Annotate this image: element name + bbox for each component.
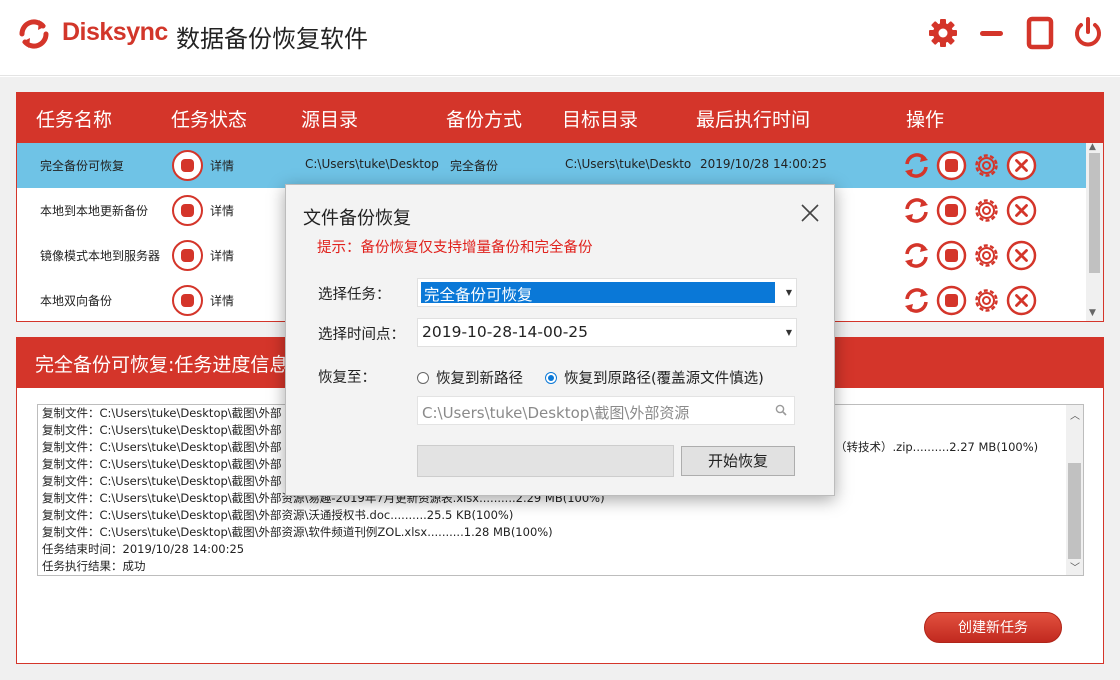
- restore-to-label: 恢复至：: [318, 370, 376, 386]
- log-line: 任务结束时间：2019/10/28 14:00:25: [42, 542, 245, 556]
- time-select[interactable]: 2019-10-28-14-00-25 ▼: [417, 318, 797, 347]
- radio-checked-icon[interactable]: [545, 372, 557, 384]
- settings-icon[interactable]: [971, 240, 1002, 271]
- task-row[interactable]: 完全备份可恢复 详情 C:\Users\tuke\Desktop 完全备份 C:…: [17, 143, 1087, 188]
- task-last-run: 2019/10/28 14:00:25: [700, 157, 827, 171]
- log-line: 复制文件：C:\Users\tuke\Desktop\截图\外部: [42, 406, 282, 420]
- chevron-down-icon[interactable]: ▼: [786, 288, 792, 297]
- task-name: 本地到本地更新备份: [40, 204, 149, 218]
- create-task-button[interactable]: 创建新任务: [924, 612, 1062, 643]
- stop-icon[interactable]: [936, 240, 967, 271]
- restore-dialog: 文件备份恢复 提示：备份恢复仅支持增量备份和完全备份 选择任务： 完全备份可恢复…: [285, 184, 835, 496]
- task-name: 本地双向备份: [40, 294, 113, 308]
- column-header-last-run: 最后执行时间: [696, 109, 811, 131]
- task-name: 镜像模式本地到服务器: [40, 249, 161, 263]
- radio-new-path-label: 恢复到新路径: [436, 371, 523, 387]
- settings-icon[interactable]: [971, 285, 1002, 316]
- radio-original-path[interactable]: 恢复到原路径(覆盖源文件慎选): [545, 367, 764, 388]
- minimize-icon[interactable]: [975, 16, 1009, 50]
- restore-path-input[interactable]: C:\Users\tuke\Desktop\截图\外部资源: [417, 396, 795, 425]
- stop-status-icon[interactable]: [172, 195, 203, 226]
- sync-logo-icon: [19, 19, 49, 49]
- close-icon[interactable]: [799, 202, 821, 224]
- refresh-icon[interactable]: [901, 150, 932, 181]
- refresh-icon[interactable]: [901, 195, 932, 226]
- column-header-name: 任务名称: [36, 109, 113, 131]
- search-icon[interactable]: [774, 403, 788, 417]
- detail-link[interactable]: 详情: [210, 247, 234, 264]
- brand-name: Disksync: [62, 18, 168, 46]
- restore-progress-bar: [417, 445, 674, 477]
- time-select-label: 选择时间点：: [318, 327, 405, 343]
- time-select-value: 2019-10-28-14-00-25: [422, 323, 589, 341]
- settings-icon[interactable]: [971, 195, 1002, 226]
- radio-original-path-label: 恢复到原路径(覆盖源文件慎选): [564, 371, 764, 387]
- power-icon[interactable]: [1071, 16, 1105, 50]
- chevron-down-icon[interactable]: ▼: [786, 328, 792, 337]
- column-header-actions: 操作: [906, 109, 945, 131]
- task-select[interactable]: 完全备份可恢复 ▼: [417, 278, 797, 307]
- stop-icon[interactable]: [936, 150, 967, 181]
- log-scrollbar[interactable]: ︿ ﹀: [1066, 405, 1083, 575]
- log-line: 复制文件：C:\Users\tuke\Desktop\截图\外部: [42, 474, 282, 488]
- log-line: 复制文件：C:\Users\tuke\Desktop\截图\外部资源\沃通授权书…: [42, 508, 514, 522]
- stop-status-icon[interactable]: [172, 150, 203, 181]
- detail-link[interactable]: 详情: [210, 292, 234, 309]
- stop-icon[interactable]: [936, 285, 967, 316]
- dialog-title: 文件备份恢复: [303, 208, 411, 229]
- scroll-up-arrow-icon[interactable]: ︿: [1070, 407, 1080, 422]
- radio-new-path[interactable]: 恢复到新路径: [417, 367, 523, 388]
- task-source: C:\Users\tuke\Desktop: [305, 157, 439, 171]
- log-line: 复制文件：C:\Users\tuke\Desktop\截图\外部: [42, 457, 282, 471]
- task-target: C:\Users\tuke\Deskto: [565, 157, 692, 171]
- scroll-down-arrow-icon[interactable]: ▼: [1089, 308, 1096, 318]
- scroll-up-arrow-icon[interactable]: ▲: [1089, 142, 1096, 152]
- radio-circle-icon[interactable]: [417, 372, 429, 384]
- maximize-icon[interactable]: [1023, 16, 1057, 50]
- task-table-scrollbar[interactable]: ▲ ▼: [1086, 142, 1103, 321]
- detail-link[interactable]: 详情: [210, 157, 234, 174]
- start-restore-button[interactable]: 开始恢复: [681, 446, 795, 476]
- scroll-thumb[interactable]: [1068, 463, 1081, 559]
- dialog-hint: 提示：备份恢复仅支持增量备份和完全备份: [317, 240, 593, 256]
- app-title: 数据备份恢复软件: [176, 25, 368, 53]
- delete-icon[interactable]: [1006, 195, 1037, 226]
- column-header-status: 任务状态: [171, 109, 248, 131]
- column-header-mode: 备份方式: [446, 109, 523, 131]
- delete-icon[interactable]: [1006, 285, 1037, 316]
- refresh-icon[interactable]: [901, 240, 932, 271]
- delete-icon[interactable]: [1006, 240, 1037, 271]
- column-header-target: 目标目录: [562, 109, 639, 131]
- log-line: 复制文件：C:\Users\tuke\Desktop\截图\外部资源\软件频道刊…: [42, 525, 553, 539]
- delete-icon[interactable]: [1006, 150, 1037, 181]
- settings-gear-icon[interactable]: [926, 16, 960, 50]
- log-line: 任务执行结果：成功: [42, 559, 146, 573]
- task-mode: 完全备份: [450, 159, 499, 173]
- log-line: 复制文件：C:\Users\tuke\Desktop\截图\外部: [42, 423, 282, 437]
- column-header-source: 源目录: [301, 109, 359, 131]
- detail-link[interactable]: 详情: [210, 202, 234, 219]
- log-line-fragment: （转技术）.zip..........2.27 MB(100%): [835, 440, 1039, 454]
- stop-status-icon[interactable]: [172, 240, 203, 271]
- title-bar: Disksync 数据备份恢复软件: [0, 0, 1120, 76]
- task-select-label: 选择任务：: [318, 287, 391, 303]
- settings-icon[interactable]: [971, 150, 1002, 181]
- log-line: 复制文件：C:\Users\tuke\Desktop\截图\外部: [42, 440, 282, 454]
- stop-icon[interactable]: [936, 195, 967, 226]
- task-select-value: 完全备份可恢复: [424, 286, 533, 304]
- scroll-thumb[interactable]: [1089, 153, 1100, 273]
- task-name: 完全备份可恢复: [40, 159, 125, 173]
- scroll-down-arrow-icon[interactable]: ﹀: [1070, 559, 1080, 574]
- stop-status-icon[interactable]: [172, 285, 203, 316]
- refresh-icon[interactable]: [901, 285, 932, 316]
- task-table-header: 任务名称 任务状态 源目录 备份方式 目标目录 最后执行时间 操作: [17, 93, 1103, 143]
